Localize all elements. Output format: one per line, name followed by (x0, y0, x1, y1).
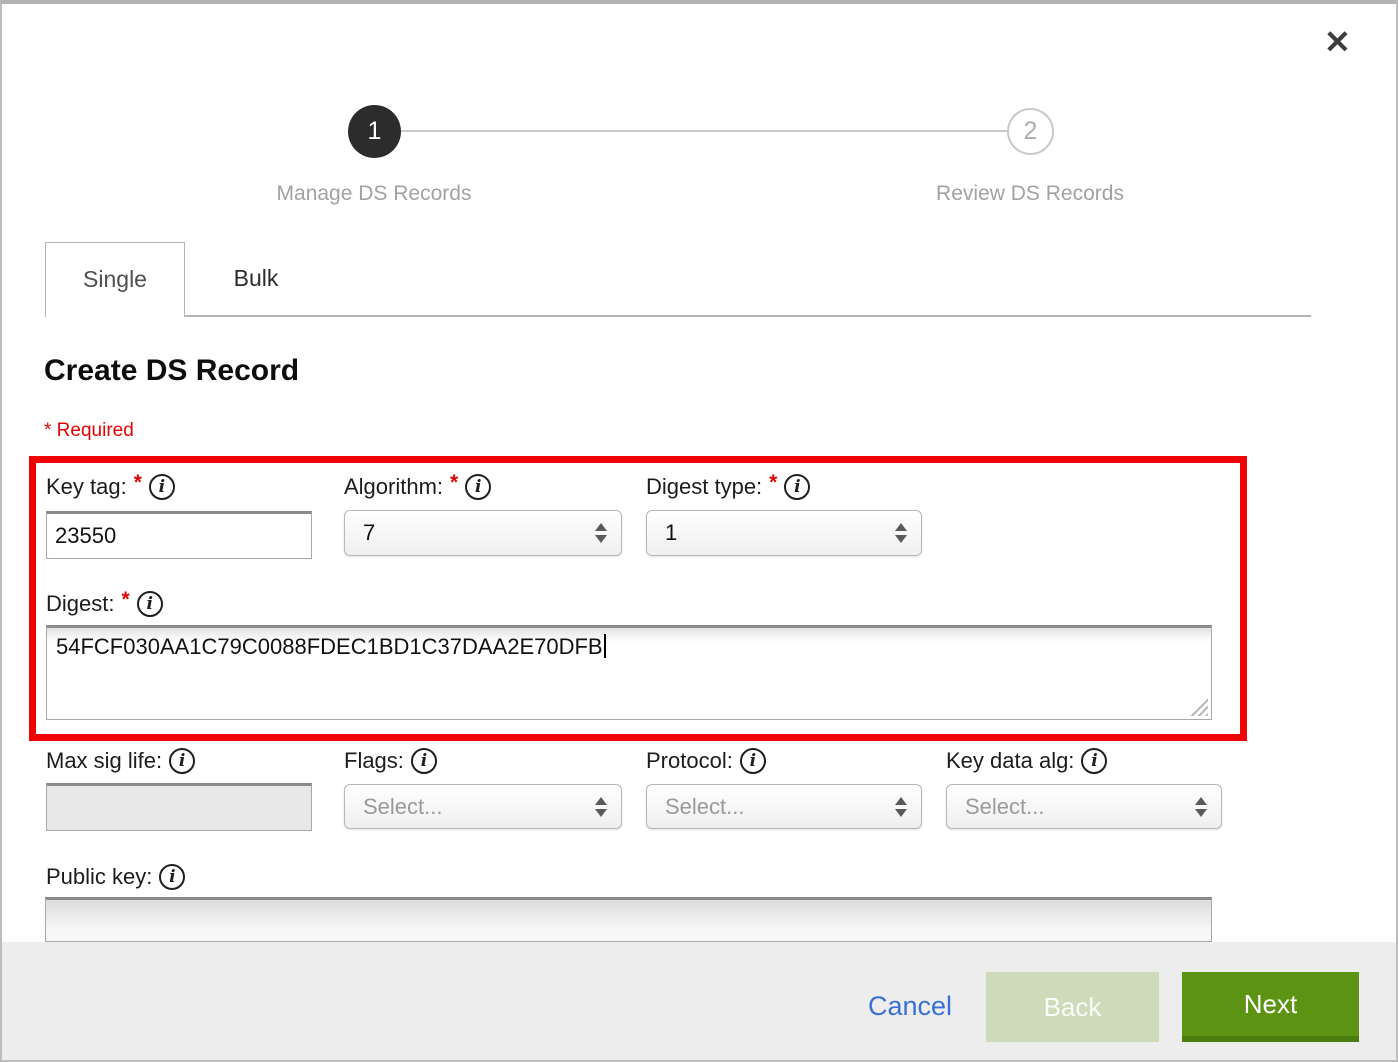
page-title: Create DS Record (44, 354, 299, 388)
stepper-step-1-label: Manage DS Records (214, 182, 534, 206)
required-asterisk: * (450, 471, 458, 495)
public-key-label-text: Public key: (46, 864, 152, 890)
algorithm-label-text: Algorithm: (344, 474, 443, 500)
tab-underline (45, 315, 1311, 317)
text-cursor (604, 634, 606, 658)
stepper-step-1-circle: 1 (348, 105, 401, 158)
public-key-label: Public key: i (46, 862, 185, 892)
select-arrows-icon (595, 797, 607, 817)
cancel-button[interactable]: Cancel (868, 991, 952, 1022)
resize-handle-icon[interactable] (1190, 698, 1208, 716)
key-data-alg-label-text: Key data alg: (946, 748, 1074, 774)
required-asterisk: * (769, 471, 777, 495)
select-arrows-icon (895, 797, 907, 817)
protocol-label-text: Protocol: (646, 748, 733, 774)
protocol-label: Protocol: i (646, 746, 766, 776)
digest-textarea[interactable]: 54FCF030AA1C79C0088FDEC1BD1C37DAA2E70DFB (46, 625, 1212, 720)
tab-single[interactable]: Single (45, 242, 185, 317)
key-data-alg-label: Key data alg: i (946, 746, 1107, 776)
max-sig-life-label: Max sig life: i (46, 746, 195, 776)
next-button[interactable]: Next (1182, 972, 1359, 1042)
flags-label-text: Flags: (344, 748, 404, 774)
info-icon[interactable]: i (149, 474, 175, 500)
info-icon[interactable]: i (784, 474, 810, 500)
key-data-alg-select[interactable]: Select... (946, 784, 1222, 829)
info-icon[interactable]: i (169, 748, 195, 774)
digest-type-select-value: 1 (665, 520, 895, 546)
flags-select-value: Select... (363, 794, 595, 820)
key-tag-input[interactable] (46, 511, 312, 559)
key-data-alg-select-value: Select... (965, 794, 1195, 820)
tab-bulk[interactable]: Bulk (186, 242, 326, 317)
info-icon[interactable]: i (465, 474, 491, 500)
algorithm-label: Algorithm: * i (344, 472, 491, 502)
digest-value: 54FCF030AA1C79C0088FDEC1BD1C37DAA2E70DFB (56, 634, 603, 659)
select-arrows-icon (1195, 797, 1207, 817)
stepper-connector (401, 130, 1007, 132)
digest-label-text: Digest: (46, 591, 114, 617)
algorithm-select[interactable]: 7 (344, 510, 622, 556)
digest-type-label: Digest type: * i (646, 472, 810, 502)
required-asterisk: * (121, 588, 129, 612)
back-button[interactable]: Back (986, 972, 1159, 1042)
public-key-textarea[interactable] (45, 897, 1212, 942)
max-sig-life-input[interactable] (46, 783, 312, 831)
select-arrows-icon (895, 523, 907, 543)
protocol-select[interactable]: Select... (646, 784, 922, 829)
digest-type-label-text: Digest type: (646, 474, 762, 500)
info-icon[interactable]: i (740, 748, 766, 774)
info-icon[interactable]: i (159, 864, 185, 890)
key-tag-label: Key tag: * i (46, 472, 175, 502)
required-asterisk: * (134, 471, 142, 495)
required-note: * Required (44, 420, 134, 442)
close-icon[interactable]: ✕ (1324, 26, 1351, 58)
flags-select[interactable]: Select... (344, 784, 622, 829)
max-sig-life-label-text: Max sig life: (46, 748, 162, 774)
digest-label: Digest: * i (46, 589, 163, 619)
info-icon[interactable]: i (1081, 748, 1107, 774)
key-tag-label-text: Key tag: (46, 474, 127, 500)
algorithm-select-value: 7 (363, 520, 595, 546)
info-icon[interactable]: i (137, 591, 163, 617)
protocol-select-value: Select... (665, 794, 895, 820)
select-arrows-icon (595, 523, 607, 543)
create-ds-record-dialog: ✕ 1 2 Manage DS Records Review DS Record… (0, 0, 1398, 1062)
flags-label: Flags: i (344, 746, 437, 776)
digest-type-select[interactable]: 1 (646, 510, 922, 556)
info-icon[interactable]: i (411, 748, 437, 774)
stepper-step-2-circle: 2 (1007, 108, 1054, 155)
stepper-step-2-label: Review DS Records (870, 182, 1190, 206)
